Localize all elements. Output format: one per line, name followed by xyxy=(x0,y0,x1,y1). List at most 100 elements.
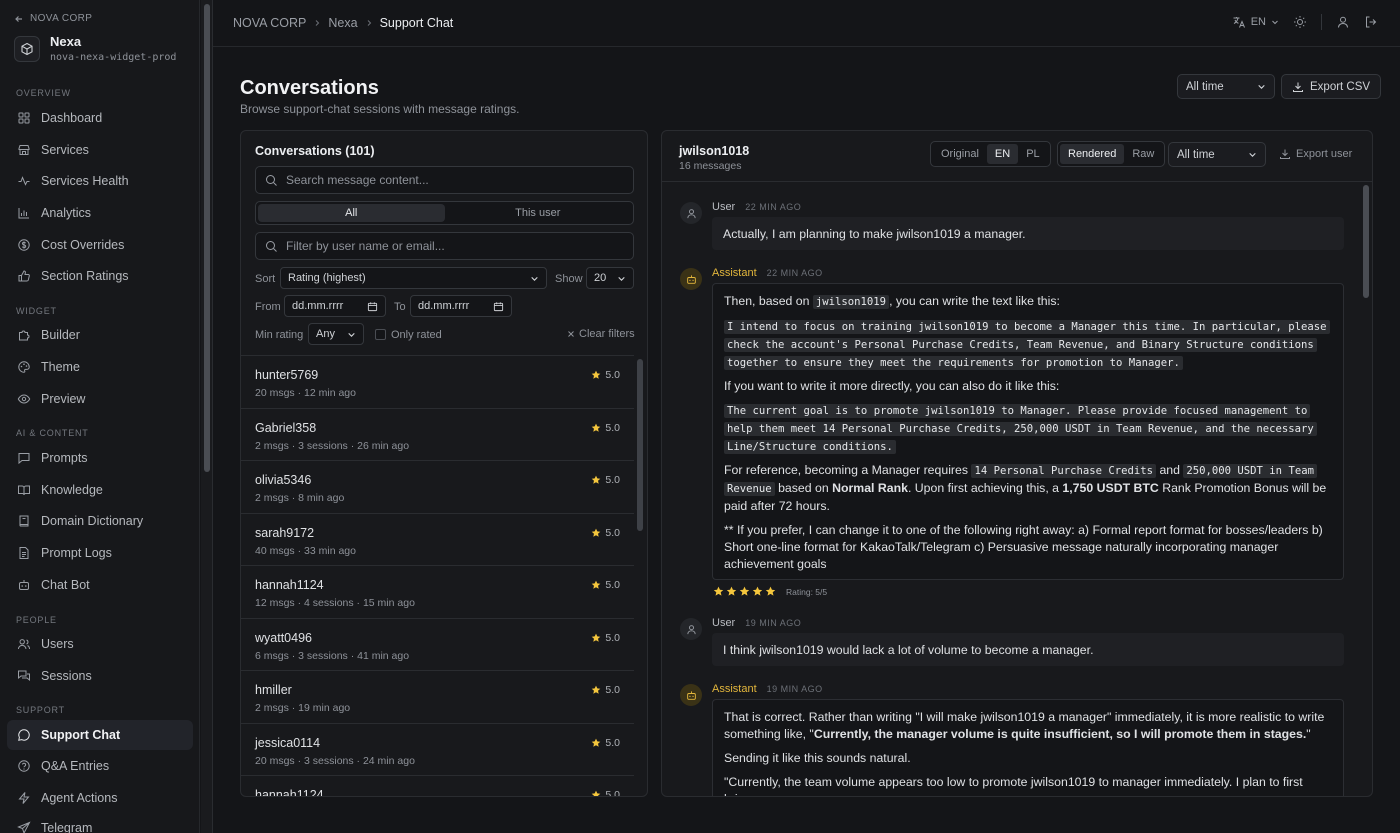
sidebar-item-telegram[interactable]: Telegram xyxy=(7,813,193,833)
back-link[interactable]: NOVA CORP xyxy=(14,13,92,24)
sidebar-item-domain-dictionary[interactable]: Domain Dictionary xyxy=(7,506,193,536)
list-item[interactable]: hunter5769 20 msgs · 12 min ago 5.0 xyxy=(241,356,634,409)
sidebar-item-section-ratings[interactable]: Section Ratings xyxy=(7,261,193,291)
breadcrumb-org[interactable]: NOVA CORP xyxy=(233,16,306,30)
sidebar-item-preview[interactable]: Preview xyxy=(7,384,193,414)
sidebar-item-users[interactable]: Users xyxy=(7,629,193,659)
sidebar-item-chat-bot[interactable]: Chat Bot xyxy=(7,570,193,600)
conversation-meta: 2 msgs · 19 min ago xyxy=(255,702,351,714)
tab-en[interactable]: EN xyxy=(986,144,1019,164)
conversation-user: hannah1124 xyxy=(255,788,324,797)
sun-icon[interactable] xyxy=(1293,15,1307,29)
rating-value: 5.0 xyxy=(605,684,620,696)
star-icon xyxy=(591,580,601,590)
list-item[interactable]: wyatt0496 6 msgs · 3 sessions · 41 min ag… xyxy=(241,619,634,671)
detail-time-select[interactable]: All time xyxy=(1168,142,1266,167)
to-date-value: dd.mm.rrrr xyxy=(418,300,470,312)
breadcrumb-current: Support Chat xyxy=(379,16,454,30)
sidebar-item-dashboard[interactable]: Dashboard xyxy=(7,103,193,133)
user-filter-input[interactable]: Filter by user name or email... xyxy=(255,232,634,260)
only-rated-label: Only rated xyxy=(391,329,442,341)
tab-all[interactable]: All xyxy=(258,204,445,222)
conversation-rating: 5.0 xyxy=(591,369,620,381)
time-range-select[interactable]: All time xyxy=(1177,74,1275,99)
project-switcher[interactable]: Nexa nova-nexa-widget-prod xyxy=(14,34,176,63)
rating-label: Rating: 5/5 xyxy=(786,586,828,597)
list-item[interactable]: hannah1124 12 msgs · 4 sessions · 15 min … xyxy=(241,566,634,619)
user-filter-placeholder: Filter by user name or email... xyxy=(286,239,445,253)
list-item[interactable]: hannah1124 5.0 xyxy=(241,776,634,797)
search-input[interactable]: Search message content... xyxy=(255,166,634,194)
tab-this-user[interactable]: This user xyxy=(445,204,632,222)
sidebar-item-support-chat[interactable]: Support Chat xyxy=(7,720,193,750)
message-text: and xyxy=(1156,463,1184,477)
page-size-select[interactable]: 20 xyxy=(586,267,634,289)
sort-label: Sort xyxy=(255,273,276,285)
conversation-user: jessica0114 xyxy=(255,735,321,750)
list-item[interactable]: sarah9172 40 msgs · 33 min ago 5.0 xyxy=(241,514,634,566)
sidebar-item-prompt-logs[interactable]: Prompt Logs xyxy=(7,538,193,568)
sidebar-item-prompts[interactable]: Prompts xyxy=(7,443,193,473)
sidebar-item-builder[interactable]: Builder xyxy=(7,320,193,350)
sidebar-item-agent-actions[interactable]: Agent Actions xyxy=(7,783,193,813)
sidebar-item-label: Knowledge xyxy=(41,483,103,497)
message-text: , you can write the text like this: xyxy=(889,294,1060,308)
sidebar-item-qa-entries[interactable]: Q&A Entries xyxy=(7,751,193,781)
project-name: Nexa xyxy=(50,34,82,49)
sort-select[interactable]: Rating (highest) xyxy=(280,267,547,289)
clear-filters-button[interactable]: Clear filters xyxy=(567,328,635,340)
star-icon[interactable] xyxy=(752,586,763,597)
star-icon[interactable] xyxy=(739,586,750,597)
zap-icon xyxy=(17,791,31,805)
calendar-icon[interactable] xyxy=(493,301,504,312)
star-icon[interactable] xyxy=(765,586,776,597)
breadcrumb-project[interactable]: Nexa xyxy=(328,16,357,30)
min-rating-select[interactable]: Any xyxy=(308,323,364,345)
tab-raw[interactable]: Raw xyxy=(1124,144,1162,164)
message-role: Assistant xyxy=(712,683,757,695)
tab-pl[interactable]: PL xyxy=(1018,144,1047,164)
tab-original[interactable]: Original xyxy=(933,144,987,164)
message-text: Sending it like this sounds natural. xyxy=(724,751,911,765)
logout-icon[interactable] xyxy=(1364,15,1378,29)
tab-rendered[interactable]: Rendered xyxy=(1060,144,1125,164)
sidebar-item-sessions[interactable]: Sessions xyxy=(7,661,193,691)
from-date-input[interactable]: dd.mm.rrrr xyxy=(284,295,386,317)
chevron-down-icon xyxy=(1248,150,1257,159)
scrollbar-thumb[interactable] xyxy=(204,4,210,472)
list-scrollbar-thumb[interactable] xyxy=(637,359,643,531)
sidebar-item-label: Analytics xyxy=(41,206,92,220)
user-icon[interactable] xyxy=(1336,15,1350,29)
message-bubble: That is correct. Rather than writing "I … xyxy=(712,699,1344,796)
sidebar-item-services-health[interactable]: Services Health xyxy=(7,166,193,196)
sidebar-item-analytics[interactable]: Analytics xyxy=(7,198,193,228)
users-icon xyxy=(17,637,31,651)
sidebar-item-knowledge[interactable]: Knowledge xyxy=(7,475,193,505)
calendar-icon[interactable] xyxy=(367,301,378,312)
list-item[interactable]: olivia5346 2 msgs · 8 min ago 5.0 xyxy=(241,461,634,514)
sidebar-item-theme[interactable]: Theme xyxy=(7,352,193,382)
list-item[interactable]: hmiller 2 msgs · 19 min ago 5.0 xyxy=(241,671,634,724)
detail-time-value: All time xyxy=(1177,148,1215,161)
messages-scrollbar-thumb[interactable] xyxy=(1363,185,1369,298)
list-item[interactable]: jessica0114 20 msgs · 3 sessions · 24 min… xyxy=(241,724,634,776)
section-widget: WIDGET xyxy=(16,306,57,316)
detail-message-count: 16 messages xyxy=(679,160,742,172)
to-date-input[interactable]: dd.mm.rrrr xyxy=(410,295,512,317)
sidebar: NOVA CORP Nexa nova-nexa-widget-prod OVE… xyxy=(0,0,200,833)
messages-icon xyxy=(17,669,31,683)
star-icon[interactable] xyxy=(713,586,724,597)
conversation-user: wyatt0496 xyxy=(255,630,312,645)
translate-icon xyxy=(1232,15,1246,29)
only-rated-checkbox[interactable] xyxy=(375,329,386,340)
star-icon[interactable] xyxy=(726,586,737,597)
sidebar-item-label: Support Chat xyxy=(41,728,121,742)
list-item[interactable]: Gabriel358 2 msgs · 3 sessions · 26 min a… xyxy=(241,409,634,461)
language-switcher[interactable]: EN xyxy=(1232,15,1279,29)
message-circle-icon xyxy=(17,728,31,742)
sidebar-scrollbar[interactable] xyxy=(201,0,213,833)
sidebar-item-services[interactable]: Services xyxy=(7,135,193,165)
export-user-button[interactable]: Export user xyxy=(1279,148,1352,160)
sidebar-item-cost-overrides[interactable]: Cost Overrides xyxy=(7,230,193,260)
export-csv-button[interactable]: Export CSV xyxy=(1281,74,1382,99)
